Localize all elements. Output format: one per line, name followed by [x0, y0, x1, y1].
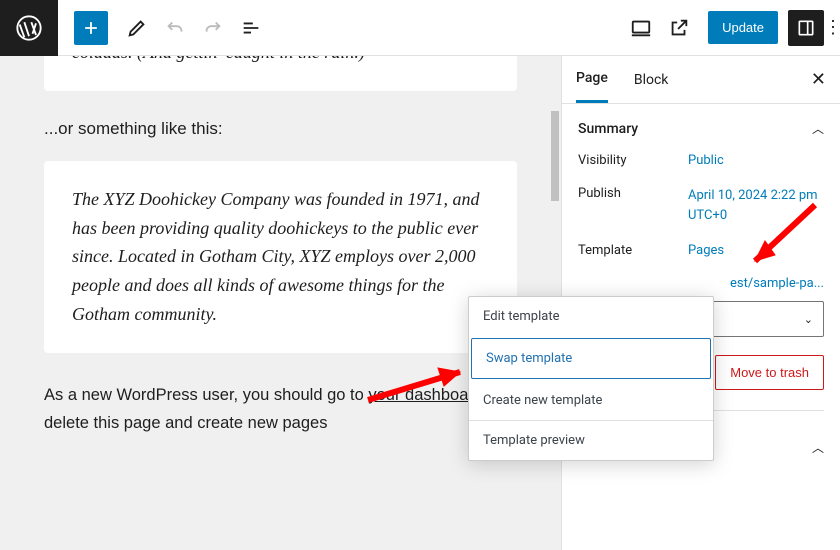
redo-icon[interactable] — [194, 9, 232, 47]
wordpress-logo[interactable] — [0, 0, 58, 56]
edit-mode-icon[interactable] — [118, 9, 156, 47]
chevron-up-icon: ︿ — [812, 120, 824, 137]
settings-panel-toggle[interactable] — [788, 10, 824, 46]
document-outline-icon[interactable] — [232, 9, 270, 47]
swap-template-item[interactable]: Swap template — [471, 338, 711, 379]
summary-section-header[interactable]: Summary ︿ — [562, 104, 840, 153]
annotation-arrow — [735, 195, 825, 285]
template-label: Template — [578, 243, 688, 258]
close-sidebar-icon[interactable]: ✕ — [811, 69, 826, 90]
annotation-arrow — [360, 350, 480, 410]
visibility-value[interactable]: Public — [688, 153, 724, 168]
undo-icon[interactable] — [156, 9, 194, 47]
chevron-up-icon: ︿ — [812, 439, 824, 456]
publish-label: Publish — [578, 186, 688, 225]
more-options-icon[interactable]: ⋮ — [824, 17, 834, 38]
visibility-label: Visibility — [578, 153, 688, 168]
move-to-trash-button[interactable]: Move to trash — [715, 355, 824, 390]
add-block-button[interactable] — [74, 11, 108, 45]
edit-template-item[interactable]: Edit template — [469, 297, 713, 336]
template-popover: Edit template Swap template Create new t… — [468, 296, 714, 461]
tab-block[interactable]: Block — [634, 58, 669, 102]
create-new-template-item[interactable]: Create new template — [469, 381, 713, 420]
paragraph-between[interactable]: ...or something like this: — [44, 119, 517, 139]
chevron-down-icon: ⌄ — [804, 313, 813, 326]
template-value[interactable]: Pages — [688, 243, 724, 258]
quote-block-1-text[interactable]: coladas. (And gettin' caught in the rain… — [72, 56, 489, 67]
update-button[interactable]: Update — [708, 11, 778, 44]
external-preview-icon[interactable] — [660, 9, 698, 47]
quote-block-2-text[interactable]: The XYZ Doohickey Company was founded in… — [72, 185, 489, 329]
tab-page[interactable]: Page — [576, 56, 608, 103]
device-preview-icon[interactable] — [622, 9, 660, 47]
template-preview-item[interactable]: Template preview — [469, 421, 713, 460]
